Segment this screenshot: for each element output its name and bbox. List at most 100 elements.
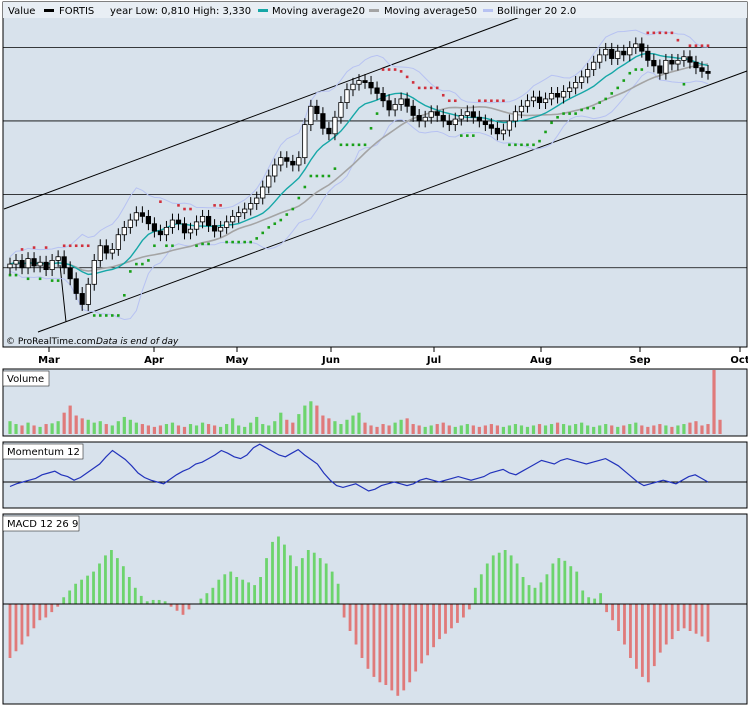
macd-bar <box>265 558 268 604</box>
sar-dot <box>56 279 60 282</box>
macd-bar <box>593 598 597 604</box>
sar-dot <box>243 240 246 244</box>
macd-bar <box>611 604 614 621</box>
macd-bar <box>426 604 430 656</box>
sar-dot <box>429 86 433 90</box>
candle-body <box>368 82 374 89</box>
legend-bollinger: Bollinger 20 2.0 <box>497 6 576 17</box>
sar-dot <box>255 237 259 240</box>
volume-bar <box>513 424 518 434</box>
candle-body <box>530 96 537 102</box>
candle-body <box>91 260 97 285</box>
sar-dot <box>201 242 204 246</box>
volume-bar <box>170 422 175 434</box>
legend-ma20-swatch <box>258 9 268 12</box>
volume-bar <box>56 421 60 434</box>
macd-bar <box>121 566 125 604</box>
volume-bar <box>489 424 493 434</box>
macd-bar <box>366 604 370 669</box>
volume-bar <box>664 425 668 434</box>
candle-body <box>422 116 428 122</box>
stock-chart: Value FORTIS year Low: 0,810 High: 3,330… <box>2 1 748 705</box>
volume-bar <box>303 405 307 434</box>
volume-bar <box>441 422 445 434</box>
candle-body <box>31 258 37 267</box>
sar-dot <box>50 279 54 282</box>
volume-bar <box>616 426 620 434</box>
volume-bar <box>98 421 102 434</box>
candle-body <box>115 234 121 250</box>
candle-body <box>506 120 513 131</box>
candle-body <box>681 56 687 61</box>
volume-bar <box>38 426 42 434</box>
sar-dot <box>580 108 583 112</box>
sar-dot <box>68 244 72 248</box>
sar-dot <box>640 68 644 71</box>
candle-body <box>211 225 218 232</box>
sar-dot <box>375 112 379 115</box>
sar-dot <box>62 244 66 248</box>
sar-dot <box>544 130 547 134</box>
macd-bar <box>181 604 185 615</box>
credit-text: © ProRealTime.com <box>6 337 96 347</box>
macd-bar <box>372 604 376 677</box>
sar-dot <box>634 68 638 71</box>
volume-bar <box>393 422 397 434</box>
volume-bar <box>321 415 325 434</box>
sar-dot <box>658 31 662 35</box>
candle-body <box>392 104 398 111</box>
candle-body <box>464 111 470 116</box>
volume-bar <box>315 405 319 434</box>
legend-range: year Low: 0,810 High: 3,330 <box>110 6 251 17</box>
candle-body <box>374 87 380 94</box>
candle-body <box>121 226 127 236</box>
legend-ma20: Moving average20 <box>272 6 365 17</box>
macd-bar <box>92 571 95 604</box>
volume-bar <box>646 426 650 434</box>
volume-bar <box>507 425 512 434</box>
macd-bar <box>694 604 698 634</box>
macd-bar <box>402 604 406 691</box>
sar-dot <box>345 143 349 147</box>
volume-bar <box>194 425 199 434</box>
macd-bar <box>521 577 525 604</box>
volume-bar <box>255 416 259 434</box>
volume-bar <box>128 419 132 434</box>
macd-bar <box>533 587 537 604</box>
volume-bar <box>381 424 385 434</box>
candle-body <box>567 87 573 92</box>
candle-body <box>242 208 248 214</box>
sar-dot <box>387 68 391 71</box>
candle-body <box>428 111 434 118</box>
candle-body <box>236 212 242 217</box>
volume-bar <box>399 419 403 434</box>
volume-bar <box>375 426 379 434</box>
candle-body <box>338 102 344 118</box>
macd-bar <box>640 604 644 677</box>
macd-bar <box>50 604 54 613</box>
volume-bar <box>555 422 560 434</box>
macd-bar <box>300 558 304 604</box>
macd-bar <box>32 604 36 629</box>
candle-body <box>145 215 151 225</box>
volume-bar <box>561 424 566 434</box>
month-tick-label: Oct <box>730 355 748 366</box>
candle-body <box>230 215 236 223</box>
sar-dot <box>598 101 601 104</box>
candle-body <box>380 93 386 102</box>
candle-body <box>482 120 488 126</box>
sar-dot <box>478 99 481 103</box>
candle-body <box>272 164 278 177</box>
candle-body <box>434 111 440 116</box>
sar-dot <box>682 82 686 86</box>
momentum-label: Momentum 12 <box>7 447 80 458</box>
macd-bar <box>432 604 435 648</box>
macd-bar <box>259 577 262 604</box>
candle-body <box>332 116 338 135</box>
volume-bar <box>297 414 301 434</box>
volume-bar <box>471 425 475 434</box>
macd-bar <box>217 579 221 604</box>
volume-bar <box>429 425 433 434</box>
volume-bar <box>483 425 487 434</box>
sar-dot <box>393 68 397 71</box>
